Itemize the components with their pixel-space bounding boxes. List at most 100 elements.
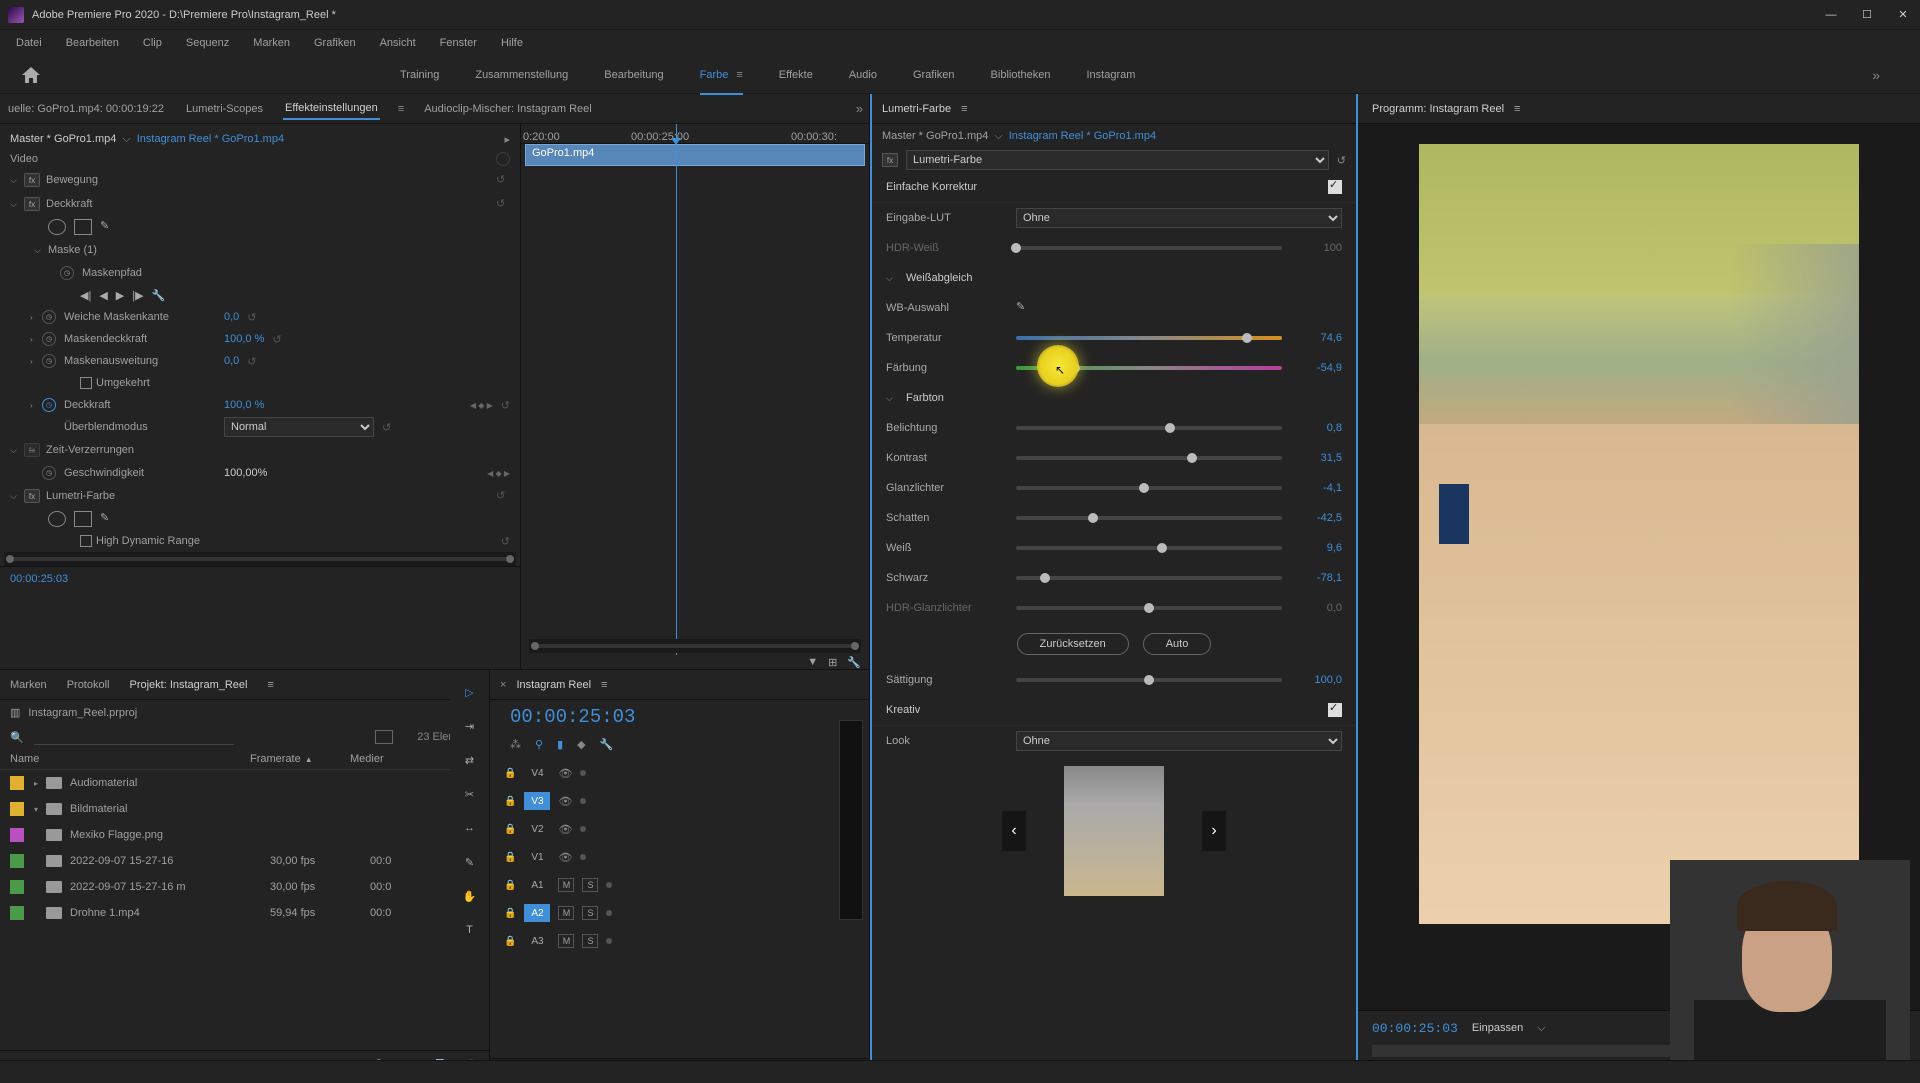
sync-lock-icon[interactable] <box>580 854 586 860</box>
temperature-value[interactable]: 74,6 <box>1292 332 1342 344</box>
razor-tool-icon[interactable]: ✂ <box>458 782 482 806</box>
rect-mask-icon[interactable] <box>74 511 92 527</box>
blacks-slider[interactable] <box>1016 576 1282 580</box>
video-track-V2[interactable]: 🔒V2👁 <box>490 815 869 843</box>
ripple-edit-icon[interactable]: ⇄ <box>458 748 482 772</box>
maskexp-value[interactable]: 0,0 <box>224 355 239 367</box>
mask-label[interactable]: Maske (1) <box>48 244 510 256</box>
solo-button[interactable]: S <box>582 878 598 892</box>
twirl-icon[interactable]: › <box>30 357 42 366</box>
basic-correction-label[interactable]: Einfache Korrektur <box>886 181 1328 193</box>
keyframe-nav[interactable]: ◀ ◆ ▶ <box>470 401 493 410</box>
mute-button[interactable]: M <box>558 934 574 948</box>
stopwatch-icon[interactable]: ◷ <box>42 466 56 480</box>
visibility-icon[interactable]: 👁 <box>558 823 572 836</box>
track-label[interactable]: A1 <box>524 876 550 894</box>
feather-value[interactable]: 0,0 <box>224 311 239 323</box>
clip-bar[interactable]: GoPro1.mp4 <box>525 144 865 166</box>
panel-overflow-icon[interactable]: » <box>856 101 863 116</box>
panel-tab-1[interactable]: Lumetri-Scopes <box>184 99 265 119</box>
stopwatch-icon[interactable]: ◷ <box>42 354 56 368</box>
creative-section-label[interactable]: Kreativ <box>886 704 1328 716</box>
timeline-scrollbar[interactable] <box>529 639 861 653</box>
sync-lock-icon[interactable] <box>606 882 612 888</box>
workspace-audio[interactable]: Audio <box>831 63 895 87</box>
home-icon[interactable] <box>20 64 42 86</box>
close-tab-icon[interactable]: × <box>500 679 506 691</box>
step-back-icon[interactable]: ◀ <box>99 289 107 302</box>
twirl-icon[interactable]: ⌵ <box>886 273 896 284</box>
dropdown-icon[interactable]: ⌵ <box>994 130 1002 143</box>
track-label[interactable]: V4 <box>524 764 550 782</box>
minimize-button[interactable]: — <box>1822 6 1840 24</box>
stopwatch-on-icon[interactable]: ◷ <box>42 398 56 412</box>
maskopacity-value[interactable]: 100,0 % <box>224 333 264 345</box>
pin-icon[interactable]: ▸ <box>504 133 510 146</box>
hand-tool-icon[interactable]: ✋ <box>458 884 482 908</box>
fx-badge[interactable]: fx <box>24 489 40 503</box>
prev-look-icon[interactable]: ‹ <box>1002 811 1026 851</box>
opacity-label[interactable]: Deckkraft <box>46 198 496 210</box>
dropdown-icon[interactable]: ⌵ <box>122 133 130 146</box>
reset-icon[interactable]: ↺ <box>272 333 281 346</box>
reset-button[interactable]: Zurücksetzen <box>1017 633 1129 655</box>
effect-timeline[interactable]: 0:20:00 00:00:25:00 00:00:30: GoPro1.mp4… <box>520 124 869 669</box>
label-color[interactable] <box>10 802 24 816</box>
fx-badge[interactable]: fx <box>24 197 40 211</box>
panel-tab-2[interactable]: Effekteinstellungen <box>283 98 380 120</box>
sync-lock-icon[interactable] <box>580 798 586 804</box>
sequence-clip-link[interactable]: Instagram Reel * GoPro1.mp4 <box>137 133 284 145</box>
reset-icon[interactable]: ↺ <box>247 355 256 368</box>
label-color[interactable] <box>10 906 24 920</box>
fx-badge[interactable]: fx <box>24 173 40 187</box>
effect-scrollbar[interactable] <box>4 552 516 566</box>
panel-tab-0[interactable]: uelle: GoPro1.mp4: 00:00:19:22 <box>6 99 166 119</box>
menu-bearbeiten[interactable]: Bearbeiten <box>56 33 129 53</box>
col-name[interactable]: Name <box>10 753 250 765</box>
blacks-value[interactable]: -78,1 <box>1292 572 1342 584</box>
reset-icon[interactable] <box>496 197 510 211</box>
snap-icon[interactable]: ⁂ <box>510 738 521 751</box>
solo-button[interactable]: S <box>582 934 598 948</box>
pen-mask-icon[interactable]: ✎ <box>100 511 118 527</box>
effect-timecode[interactable]: 00:00:25:03 <box>0 566 520 591</box>
menu-datei[interactable]: Datei <box>6 33 52 53</box>
ellipse-mask-icon[interactable] <box>48 511 66 527</box>
fx-badge[interactable]: fx <box>882 153 898 167</box>
lumetri-effect-select[interactable]: Lumetri-Farbe <box>906 150 1329 170</box>
reset-icon[interactable]: ↺ <box>501 535 510 548</box>
expand-icon[interactable]: ▸ <box>34 779 46 788</box>
video-track-V3[interactable]: 🔒V3👁 <box>490 787 869 815</box>
tab-marken[interactable]: Marken <box>10 679 47 691</box>
twirl-icon[interactable]: ⌵ <box>34 245 44 256</box>
basic-checkbox[interactable] <box>1328 180 1342 194</box>
blend-select[interactable]: Normal <box>224 417 374 437</box>
ellipse-mask-icon[interactable] <box>48 219 66 235</box>
hdr-checkbox[interactable] <box>80 535 92 547</box>
workspace-training[interactable]: Training <box>382 63 457 87</box>
highlights-slider[interactable] <box>1016 486 1282 490</box>
lock-icon[interactable]: 🔒 <box>504 796 516 807</box>
temperature-slider[interactable] <box>1016 336 1282 340</box>
saturation-value[interactable]: 100,0 <box>1292 674 1342 686</box>
menu-hilfe[interactable]: Hilfe <box>491 33 533 53</box>
video-track-V1[interactable]: 🔒V1👁 <box>490 843 869 871</box>
track-label[interactable]: A3 <box>524 932 550 950</box>
menu-marken[interactable]: Marken <box>243 33 300 53</box>
lock-icon[interactable]: 🔒 <box>504 768 516 779</box>
link-icon[interactable]: ⚲ <box>535 738 543 751</box>
whites-value[interactable]: 9,6 <box>1292 542 1342 554</box>
twirl-icon[interactable]: › <box>30 401 42 410</box>
contrast-slider[interactable] <box>1016 456 1282 460</box>
highlights-value[interactable]: -4,1 <box>1292 482 1342 494</box>
pen-mask-icon[interactable]: ✎ <box>100 219 118 235</box>
col-framerate[interactable]: Framerate▲ <box>250 753 350 765</box>
auto-button[interactable]: Auto <box>1143 633 1212 655</box>
twirl-icon[interactable]: ⌵ <box>886 393 896 404</box>
whites-slider[interactable] <box>1016 546 1282 550</box>
tone-section-label[interactable]: Farbton <box>906 392 944 404</box>
twirl-icon[interactable]: › <box>30 313 42 322</box>
label-color[interactable] <box>10 854 24 868</box>
track-select-icon[interactable]: ⇥ <box>458 714 482 738</box>
opacity2-value[interactable]: 100,0 % <box>224 399 264 411</box>
